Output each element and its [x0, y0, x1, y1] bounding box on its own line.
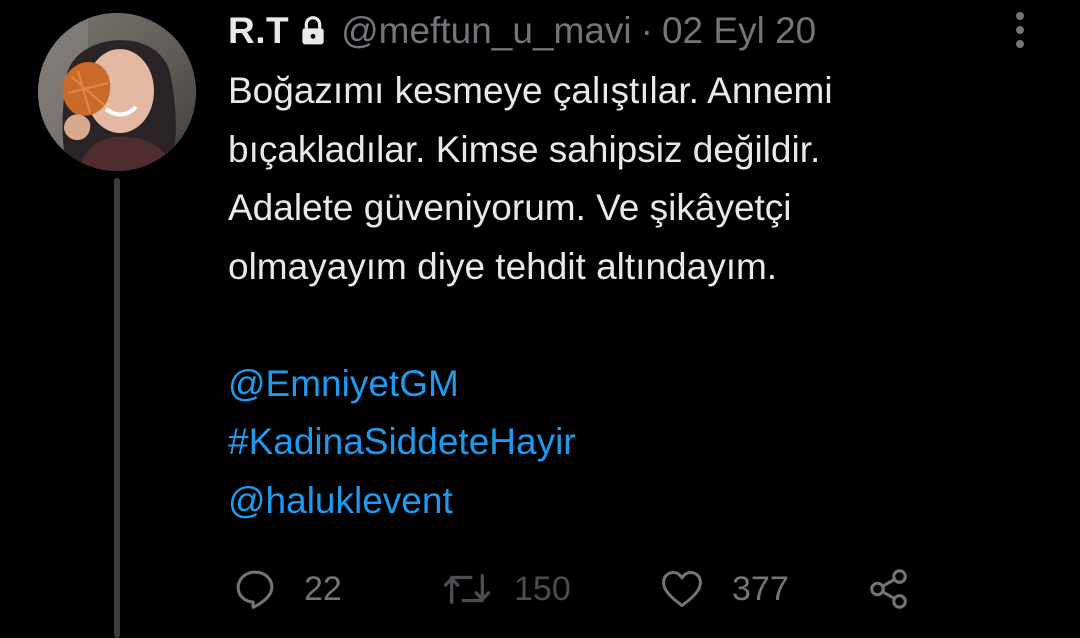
avatar-image [38, 13, 196, 171]
tweet-body: Boğazımı kesmeye çalıştılar. Annemi bıça… [228, 62, 1028, 530]
reply-count: 22 [304, 569, 342, 608]
thread-line [114, 178, 120, 638]
reply-button[interactable]: 22 [232, 560, 342, 618]
share-icon [870, 569, 907, 609]
tweet-text-line: Boğazımı kesmeye çalıştılar. Annemi [228, 70, 833, 111]
display-name[interactable]: R.T [228, 10, 289, 52]
separator-dot: · [640, 10, 653, 51]
tweet-header: R.T @meftun_u_mavi · 02 Eyl 20 [228, 8, 816, 54]
mention-link[interactable]: @haluklevent [228, 472, 1028, 531]
tweet-text-line: olmayayım diye tehdit altındayım. [228, 245, 778, 287]
tweet-text-line: bıçakladılar. Kimse sahipsiz değildir. [228, 128, 821, 170]
tweet-actions: 22 150 377 [232, 560, 932, 618]
heart-icon [662, 570, 702, 608]
reply-icon [236, 570, 274, 609]
tweet[interactable]: R.T @meftun_u_mavi · 02 Eyl 20 Boğazımı … [0, 0, 1080, 638]
user-handle[interactable]: @meftun_u_mavi [341, 10, 632, 52]
retweet-count: 150 [514, 569, 571, 608]
lock-icon [297, 15, 329, 47]
avatar[interactable] [38, 13, 196, 171]
like-count: 377 [732, 569, 789, 608]
retweet-icon [443, 573, 491, 605]
like-button[interactable]: 377 [658, 560, 789, 618]
share-button[interactable] [866, 560, 912, 618]
more-vertical-icon[interactable] [1006, 8, 1034, 52]
hashtag-link[interactable]: #KadinaSiddeteHayir [228, 413, 1028, 472]
tweet-date[interactable]: 02 Eyl 20 [662, 10, 816, 52]
tweet-text-line: Adalete güveniyorum. Ve şikâyetçi [228, 187, 792, 228]
retweet-button[interactable]: 150 [442, 560, 571, 618]
mention-link[interactable]: @EmniyetGM [228, 355, 1028, 414]
